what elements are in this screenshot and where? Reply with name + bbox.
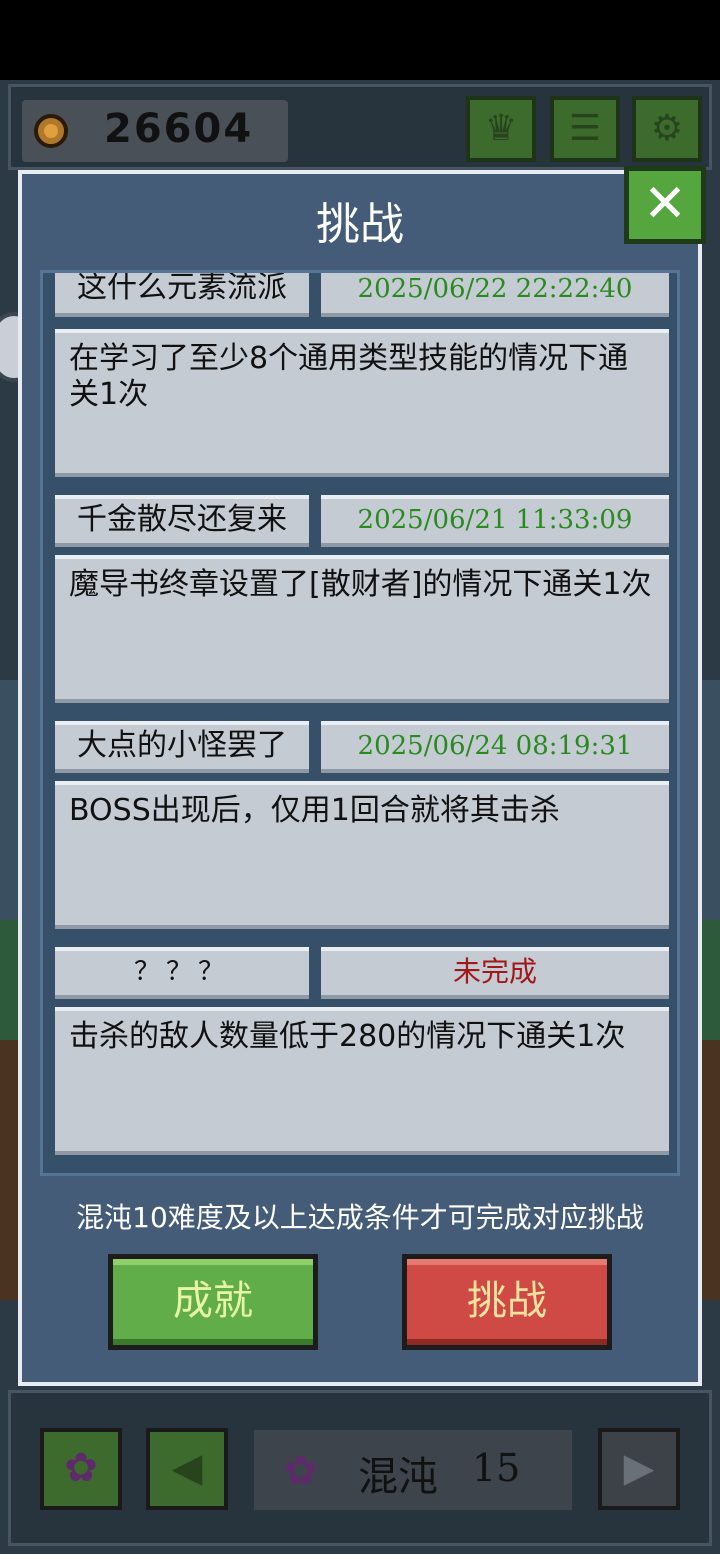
challenge-date-cell: 2025/06/21 11:33:09 bbox=[321, 495, 669, 547]
challenge-name: 千金散尽还复来 bbox=[77, 502, 287, 537]
trophy-button[interactable]: ♛ bbox=[466, 96, 536, 162]
challenge-name-cell: 大点的小怪罢了 bbox=[55, 721, 309, 773]
challenge-date: 2025/06/21 11:33:09 bbox=[357, 505, 633, 535]
coin-icon bbox=[34, 114, 68, 148]
challenge-name-cell: 千金散尽还复来 bbox=[55, 495, 309, 547]
challenge-date: 2025/06/24 08:19:31 bbox=[357, 731, 633, 761]
difficulty-label: 混沌 bbox=[358, 1454, 438, 1500]
achievement-button[interactable]: 成就 bbox=[108, 1254, 318, 1350]
challenge-name: 大点的小怪罢了 bbox=[77, 728, 287, 763]
challenge-description: 击杀的敌人数量低于280的情况下通关1次 bbox=[69, 1019, 626, 1054]
challenge-description: BOSS出现后，仅用1回合就将其击杀 bbox=[69, 793, 560, 828]
challenge-tab-button[interactable]: 挑战 bbox=[402, 1254, 612, 1350]
challenge-name: 这什么元素流派 bbox=[77, 270, 287, 305]
challenge-name-cell: 这什么元素流派 bbox=[55, 270, 309, 317]
next-difficulty-button[interactable]: ▶ bbox=[598, 1428, 680, 1510]
trophy-icon: ♛ bbox=[484, 108, 518, 149]
footer-note: 混沌10难度及以上达成条件才可完成对应挑战 bbox=[76, 1201, 644, 1234]
difficulty-level: 15 bbox=[472, 1446, 521, 1490]
difficulty-select-button[interactable]: ✿ bbox=[40, 1428, 122, 1510]
challenge-date-cell: 2025/06/22 22:22:40 bbox=[321, 273, 669, 317]
challenge-description-cell: BOSS出现后，仅用1回合就将其击杀 bbox=[55, 781, 669, 929]
challenge-description-cell: 魔导书终章设置了[散财者]的情况下通关1次 bbox=[55, 555, 669, 703]
challenge-name-hidden: ？？？ bbox=[133, 957, 230, 987]
challenge-description: 在学习了至少8个通用类型技能的情况下通关1次 bbox=[69, 341, 629, 412]
challenge-date-cell: 2025/06/24 08:19:31 bbox=[321, 721, 669, 773]
challenge-name-cell: ？？？ bbox=[55, 947, 309, 999]
coin-value: 26604 bbox=[104, 106, 254, 152]
challenge-description-cell: 在学习了至少8个通用类型技能的情况下通关1次 bbox=[55, 329, 669, 477]
challenge-status-cell: 未完成 bbox=[321, 947, 669, 999]
challenge-date: 2025/06/22 22:22:40 bbox=[357, 274, 633, 304]
challenge-description: 魔导书终章设置了[散财者]的情况下通关1次 bbox=[69, 567, 652, 602]
challenge-list[interactable]: 这什么元素流派 2025/06/22 22:22:40 在学习了至少8个通用类型… bbox=[40, 270, 680, 1176]
previous-difficulty-button[interactable]: ◀ bbox=[146, 1428, 228, 1510]
gear-icon: ⚙ bbox=[650, 108, 684, 149]
close-button[interactable]: ✕ bbox=[624, 166, 706, 244]
list-icon: ☰ bbox=[568, 108, 602, 149]
close-icon: ✕ bbox=[643, 174, 687, 234]
arrow-right-icon: ▶ bbox=[623, 1445, 655, 1491]
challenge-description-cell: 击杀的敌人数量低于280的情况下通关1次 bbox=[55, 1007, 669, 1155]
chaos-flower-icon: ✿ bbox=[64, 1445, 98, 1491]
modal-title: 挑战 bbox=[316, 199, 404, 250]
chaos-flower-icon: ✿ bbox=[284, 1448, 318, 1494]
list-button[interactable]: ☰ bbox=[550, 96, 620, 162]
arrow-left-icon: ◀ bbox=[171, 1445, 203, 1491]
settings-button[interactable]: ⚙ bbox=[632, 96, 702, 162]
challenge-status: 未完成 bbox=[452, 955, 537, 988]
difficulty-display: ✿ 混沌 15 bbox=[254, 1430, 572, 1510]
